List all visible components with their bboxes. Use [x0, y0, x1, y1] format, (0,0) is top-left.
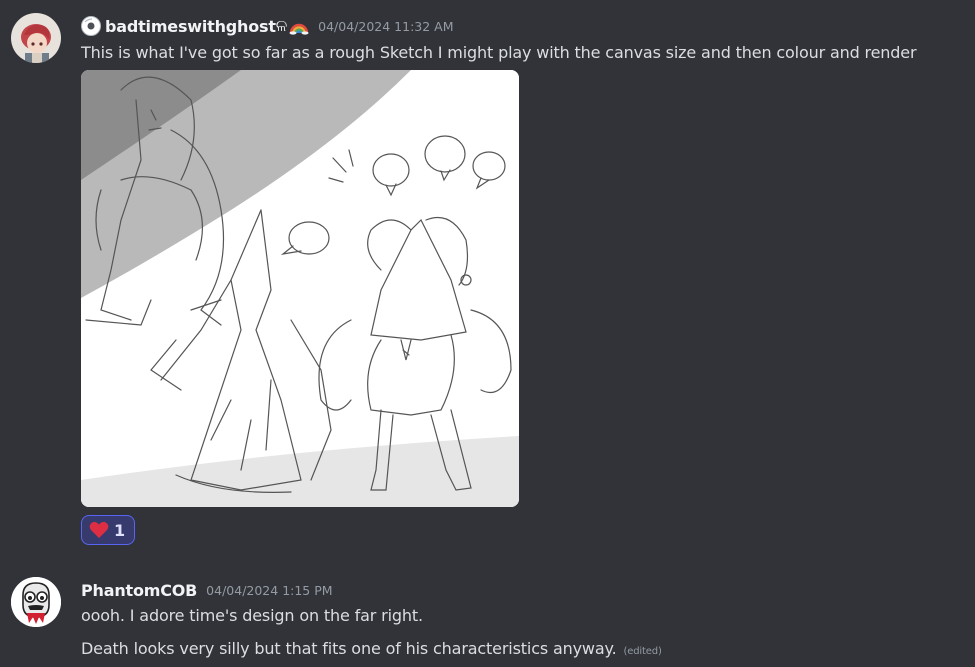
- edited-label: (edited): [623, 646, 662, 657]
- message-line-2-text: Death looks very silly but that fits one…: [81, 639, 617, 658]
- message-1: badtimeswithghost ଳ 04/04/2024 11:32 AM …: [0, 0, 975, 560]
- reaction-count: 1: [114, 520, 126, 540]
- timestamp[interactable]: 04/04/2024 1:15 PM: [206, 583, 332, 598]
- sketch-image: [81, 70, 519, 507]
- disc-icon: [81, 16, 101, 36]
- rainbow-icon: [289, 17, 309, 35]
- message-line-1: oooh. I adore time's design on the far r…: [81, 606, 423, 625]
- timestamp[interactable]: 04/04/2024 11:32 AM: [318, 19, 453, 34]
- reaction-heart[interactable]: 1: [81, 515, 135, 545]
- message-2: PhantomCOB 04/04/2024 1:15 PM oooh. I ad…: [0, 560, 975, 667]
- avatar[interactable]: [11, 13, 61, 63]
- image-attachment[interactable]: [81, 70, 519, 507]
- message-header: badtimeswithghost ଳ 04/04/2024 11:32 AM: [81, 14, 454, 38]
- heart-icon: [89, 521, 109, 539]
- message-line-2: Death looks very silly but that fits one…: [81, 638, 662, 663]
- avatar[interactable]: [11, 577, 61, 627]
- username[interactable]: PhantomCOB: [81, 581, 197, 600]
- avatar-image: [11, 13, 61, 63]
- username[interactable]: badtimeswithghost: [105, 17, 276, 36]
- username-suffix: ଳ: [275, 16, 288, 35]
- avatar-image: [11, 577, 61, 627]
- message-header: PhantomCOB 04/04/2024 1:15 PM: [81, 578, 333, 602]
- message-text: This is what I've got so far as a rough …: [81, 43, 917, 62]
